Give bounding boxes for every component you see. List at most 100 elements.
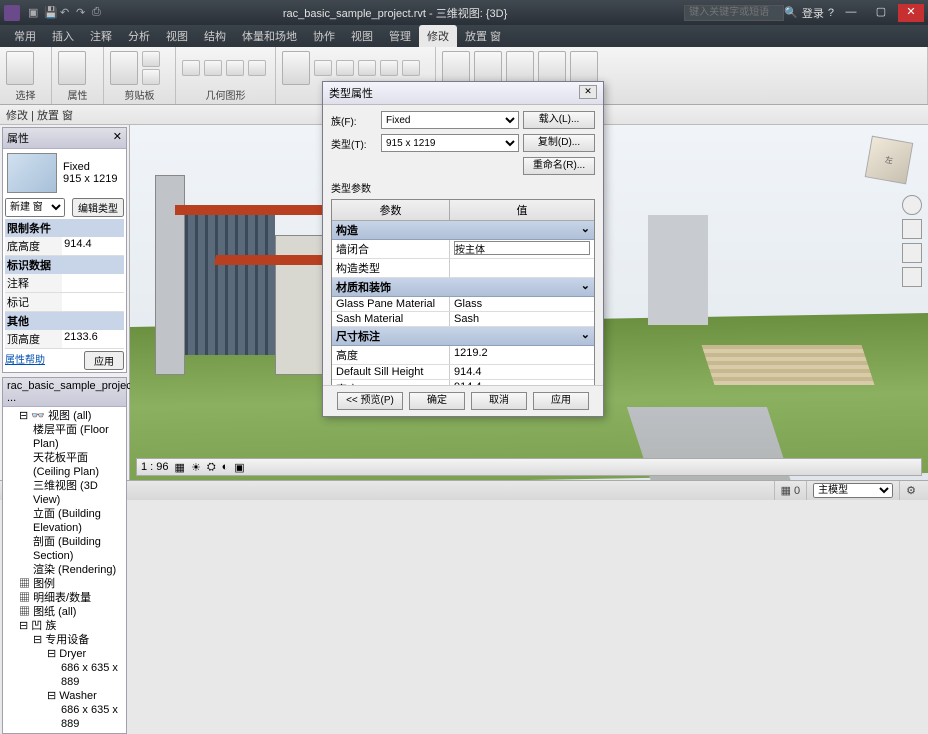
login-button[interactable]: 登录 [802,5,824,21]
tab-view2[interactable]: 视图 [343,25,381,47]
minimize-button[interactable]: — [838,4,864,22]
cancel-button[interactable]: 取消 [471,392,527,410]
qat-redo-icon[interactable]: ↷ [76,6,90,20]
pin-icon[interactable] [506,51,534,85]
tab-annotate[interactable]: 注释 [82,25,120,47]
nav-zoom-icon[interactable] [902,243,922,263]
type-properties-dialog: 类型属性 ✕ 族(F): Fixed 载入(L)... 类型(T): 915 x… [322,81,604,417]
properties-apply-button[interactable]: 应用 [84,351,124,370]
join-icon[interactable] [226,60,244,76]
type-select[interactable]: 915 x 1219 [381,134,519,152]
scale-display[interactable]: 1 : 96 [141,461,169,473]
shadow-icon[interactable]: ◐ [222,461,229,473]
qat-print-icon[interactable]: ⎙ [92,6,106,20]
offset-icon[interactable] [336,60,354,76]
array-icon[interactable] [442,51,470,85]
tree-dryer: ⊟ Dryer [5,647,124,661]
type-preview-thumb[interactable] [7,153,57,193]
tab-structure[interactable]: 结构 [196,25,234,47]
detail-level-icon[interactable]: ▦ [175,461,185,474]
tab-massing[interactable]: 体量和场地 [234,25,305,47]
height-value[interactable]: 1219.2 [450,346,594,364]
copy-icon[interactable] [142,69,160,85]
panel-geometry: 几何图形 [182,87,269,102]
construct-type-value[interactable] [450,259,594,277]
mark-value[interactable] [62,293,124,311]
design-options-select[interactable]: 主模型 [813,483,893,498]
infocenter-search[interactable] [684,5,784,21]
group-dimensions: 尺寸标注⌄ [332,327,594,346]
qat-undo-icon[interactable]: ↶ [60,6,74,20]
sun-path-icon[interactable]: ⛭ [207,461,216,474]
duplicate-button[interactable]: 复制(D)... [523,134,595,152]
close-button[interactable]: ✕ [898,4,924,22]
type-params-label: 类型参数 [331,180,595,195]
crop-icon[interactable]: ▣ [234,461,244,474]
split-icon[interactable] [474,51,502,85]
tab-contextual[interactable]: 放置 窗 [457,25,509,47]
tab-view1[interactable]: 视图 [158,25,196,47]
ok-button[interactable]: 确定 [409,392,465,410]
tree-families: ⊟ 凹 族 [5,619,124,633]
sash-mat-value[interactable]: Sash [450,312,594,326]
help-icon[interactable]: ? [828,7,834,19]
tab-collab[interactable]: 协作 [305,25,343,47]
viewcube[interactable]: 左 [865,136,914,185]
sill-height-value[interactable]: 914.4 [62,237,124,255]
edit-type-button[interactable]: 编辑类型 [72,198,124,217]
nav-pan-icon[interactable] [902,219,922,239]
load-button[interactable]: 载入(L)... [523,111,595,129]
tree-dim2: 686 x 635 x 889 [5,703,124,731]
wall-closure-label: 墙闭合 [332,240,450,258]
app-icon[interactable] [4,5,20,21]
properties-help-link[interactable]: 属性帮助 [5,351,45,370]
browser-tree[interactable]: ⊟ 👓 视图 (all) 楼层平面 (Floor Plan) 天花板平面 (Ce… [3,407,126,733]
tree-item: 三维视图 (3D View) [5,479,124,507]
align-icon[interactable] [314,60,332,76]
instance-filter[interactable]: 新建 窗 [5,198,65,217]
defsill-value[interactable]: 914.4 [450,365,594,379]
properties-tool-icon[interactable] [58,51,86,85]
wall-closure-input[interactable] [454,241,590,255]
trim-icon[interactable] [402,60,420,76]
cutgeom-icon[interactable] [204,60,222,76]
select-tool-icon[interactable] [6,51,34,85]
move-icon[interactable] [282,51,310,85]
dialog-close-button[interactable]: ✕ [579,85,597,99]
left-sidebar: 属性✕ Fixed 915 x 1219 新建 窗 编辑类型 限制条件 底高度9… [0,125,130,480]
cut-icon[interactable] [142,51,160,67]
family-select[interactable]: Fixed [381,111,519,129]
sill-height-label: 底高度 [5,237,62,255]
nav-wheel-icon[interactable] [902,195,922,215]
search-icon[interactable]: 🔍 [784,6,798,19]
tab-analyze[interactable]: 分析 [120,25,158,47]
group-icon[interactable] [538,51,566,85]
filter-icon[interactable]: ⚙ [906,484,916,497]
mirror-icon[interactable] [358,60,376,76]
dialog-apply-button[interactable]: 应用 [533,392,589,410]
loadfam-icon[interactable] [570,51,598,85]
maximize-button[interactable]: ▢ [868,4,894,22]
tab-modify[interactable]: 修改 [419,25,457,47]
head-height-value[interactable]: 2133.6 [62,330,124,348]
paste-icon[interactable] [110,51,138,85]
paint-icon[interactable] [248,60,266,76]
worksets-icon[interactable]: ▦ [781,484,791,497]
rotate-icon[interactable] [380,60,398,76]
qat-open-icon[interactable]: ▣ [28,6,42,20]
tab-manage[interactable]: 管理 [381,25,419,47]
tab-insert[interactable]: 插入 [44,25,82,47]
palette-close-icon[interactable]: ✕ [113,130,122,146]
comment-value[interactable] [62,274,124,292]
cope-icon[interactable] [182,60,200,76]
col-param: 参数 [332,200,450,220]
type-label: 类型(T): [331,136,377,151]
tab-common[interactable]: 常用 [6,25,44,47]
qat-save-icon[interactable]: 💾 [44,6,58,20]
glass-mat-value[interactable]: Glass [450,297,594,311]
rename-button[interactable]: 重命名(R)... [523,157,595,175]
type-name: Fixed [63,161,117,173]
visual-style-icon[interactable]: ☀ [191,461,201,474]
nav-orbit-icon[interactable] [902,267,922,287]
preview-button[interactable]: << 预览(P) [337,392,403,410]
